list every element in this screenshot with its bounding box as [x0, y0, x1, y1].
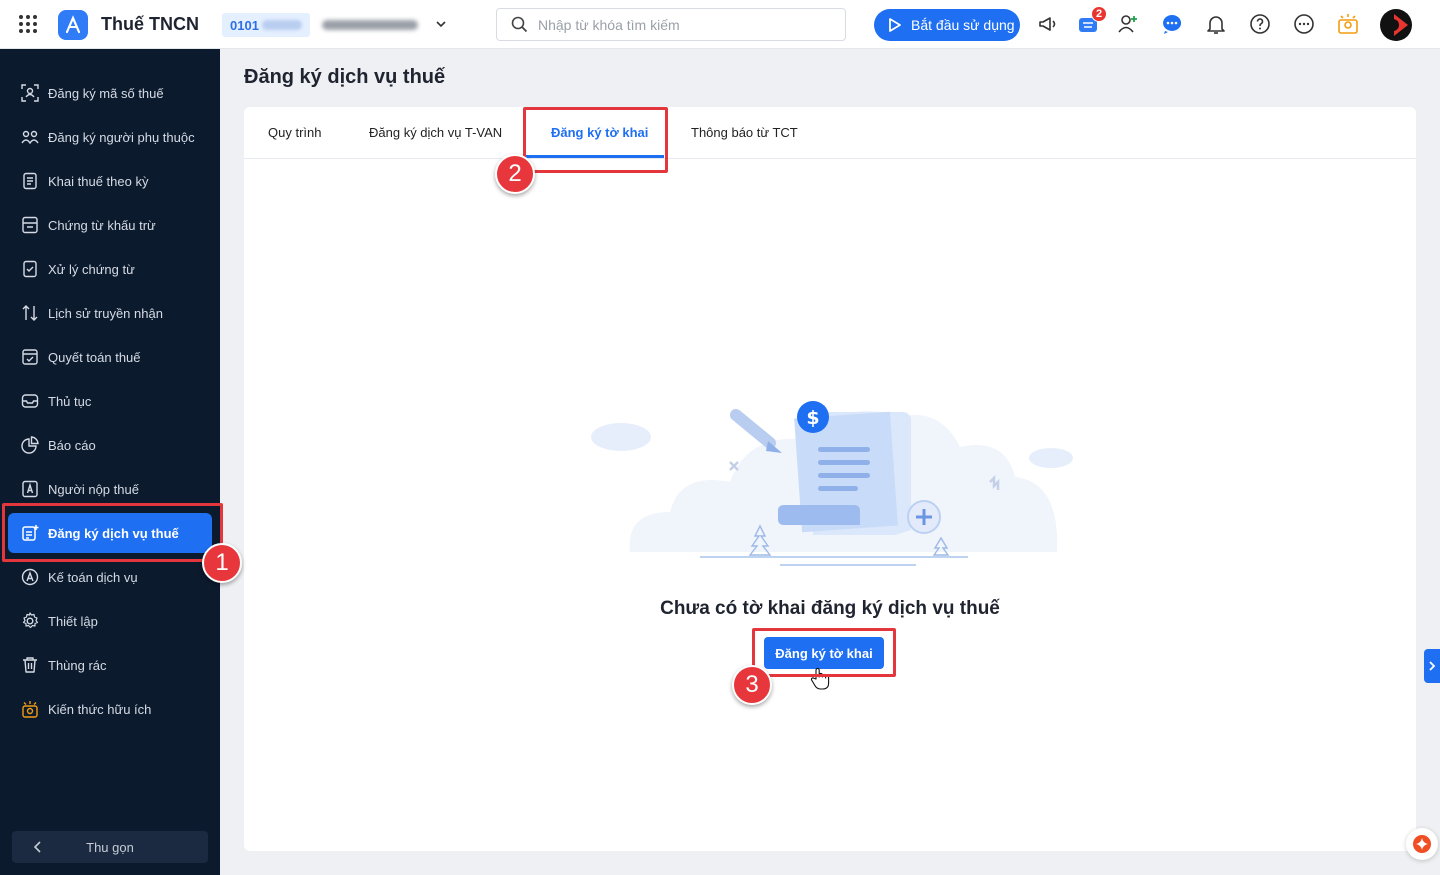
sidebar-item-label: Chứng từ khấu trừ — [48, 217, 156, 233]
add-user-icon[interactable] — [1115, 11, 1141, 37]
cart-count-badge: 2 — [1091, 6, 1107, 22]
sidebar-item-tax-settlement[interactable]: Quyết toán thuế — [8, 337, 212, 377]
step-badge-2: 2 — [495, 154, 535, 194]
tax-id-scan-icon — [21, 84, 39, 102]
sidebar-item-accounting-service[interactable]: Kế toán dịch vụ — [8, 557, 212, 597]
report-pie-icon — [21, 436, 39, 454]
user-avatar[interactable] — [1380, 9, 1412, 41]
tab-process[interactable]: Quy trình — [268, 125, 321, 140]
step-badge-3: 3 — [732, 665, 772, 705]
step-badge-1: 1 — [202, 543, 242, 583]
sidebar-item-label: Thủ tục — [48, 393, 92, 409]
sidebar: Đăng ký mã số thuế Đăng ký người phụ thu… — [0, 49, 220, 875]
sidebar-item-label: Kiến thức hữu ích — [48, 701, 152, 717]
sidebar-item-useful-knowledge[interactable]: Kiến thức hữu ích — [8, 689, 212, 729]
sidebar-item-label: Quyết toán thuế — [48, 349, 141, 365]
sidebar-item-label: Khai thuế theo kỳ — [48, 173, 149, 189]
settings-gear-icon — [22, 612, 39, 629]
sidebar-item-label: Kế toán dịch vụ — [48, 569, 138, 585]
periodic-declaration-icon — [23, 172, 37, 190]
dependents-icon — [21, 130, 39, 145]
tax-code-prefix: 0101 — [230, 17, 259, 33]
sidebar-item-label: Báo cáo — [48, 437, 96, 453]
service-register-icon — [22, 525, 39, 541]
content-panel: Quy trình Đăng ký dịch vụ T-VAN Đăng ký … — [244, 107, 1416, 851]
register-declaration-button[interactable]: Đăng ký tờ khai — [764, 637, 884, 669]
sidebar-item-label: Đăng ký dịch vụ thuế — [48, 525, 179, 541]
sidebar-item-label: Người nộp thuế — [48, 481, 139, 497]
tab-bar: Quy trình Đăng ký dịch vụ T-VAN Đăng ký … — [244, 107, 1416, 159]
organization-name-redacted — [322, 20, 418, 30]
tax-settlement-icon — [22, 349, 38, 365]
collapse-sidebar-button[interactable]: Thu gọn — [12, 831, 208, 863]
empty-state-illustration: $ — [591, 401, 1073, 566]
transfer-arrows-icon — [22, 305, 38, 321]
hand-cursor-icon — [810, 667, 830, 690]
trash-icon — [23, 657, 37, 673]
page-title: Đăng ký dịch vụ thuế — [244, 66, 446, 88]
sidebar-item-label: Xử lý chứng từ — [48, 261, 135, 277]
tax-code-redacted — [261, 20, 302, 30]
sidebar-item-reports[interactable]: Báo cáo — [8, 425, 212, 465]
collapse-label: Thu gọn — [86, 839, 134, 855]
app-grid-icon[interactable] — [19, 15, 37, 33]
search-input[interactable] — [538, 16, 828, 33]
tax-code-chip: 0101 — [222, 13, 310, 37]
sidebar-item-document-processing[interactable]: Xử lý chứng từ — [8, 249, 212, 289]
sidebar-item-label: Đăng ký người phụ thuộc — [48, 129, 195, 145]
document-check-icon — [23, 260, 37, 278]
sidebar-item-settings[interactable]: Thiết lập — [8, 601, 212, 641]
sidebar-item-procedures[interactable]: Thủ tục — [8, 381, 212, 421]
empty-state-message: Chưa có tờ khai đăng ký dịch vụ thuế — [660, 598, 1000, 619]
procedure-icon — [21, 394, 39, 408]
start-using-label: Bắt đầu sử dụng — [911, 17, 1015, 33]
active-tab-indicator — [526, 155, 664, 158]
accounting-service-icon — [21, 568, 39, 586]
chevron-right-icon — [1429, 661, 1436, 671]
sidebar-item-label: Thiết lập — [48, 613, 98, 629]
sidebar-item-label: Lịch sử truyền nhận — [48, 305, 163, 321]
svg-text:$: $ — [806, 407, 819, 429]
knowledge-bulb-icon — [22, 701, 38, 718]
sidebar-item-trash[interactable]: Thùng rác — [8, 645, 212, 685]
tab-tvan-registration[interactable]: Đăng ký dịch vụ T-VAN — [369, 125, 502, 140]
sidebar-item-dependents[interactable]: Đăng ký người phụ thuộc — [8, 117, 212, 157]
chevron-left-icon — [33, 841, 41, 853]
tab-tct-notifications[interactable]: Thông báo từ TCT — [691, 125, 798, 140]
sparkle-icon — [1413, 835, 1431, 853]
chevron-down-icon[interactable] — [434, 17, 448, 31]
megaphone-icon[interactable] — [1035, 11, 1061, 37]
sidebar-item-withholding-vouchers[interactable]: Chứng từ khấu trừ — [8, 205, 212, 245]
tab-declaration-registration[interactable]: Đăng ký tờ khai — [551, 125, 648, 140]
app-logo-icon — [58, 10, 88, 40]
app-title: Thuế TNCN — [101, 14, 199, 34]
more-options-icon[interactable] — [1291, 11, 1317, 37]
sidebar-item-transfer-history[interactable]: Lịch sử truyền nhận — [8, 293, 212, 333]
sidebar-item-periodic-declaration[interactable]: Khai thuế theo kỳ — [8, 161, 212, 201]
sidebar-item-label: Đăng ký mã số thuế — [48, 85, 164, 101]
organization-selector[interactable]: 0101 — [222, 13, 454, 37]
withholding-voucher-icon — [22, 216, 38, 234]
expand-panel-handle[interactable] — [1424, 649, 1440, 683]
search-box[interactable] — [496, 8, 846, 41]
bell-icon[interactable] — [1203, 11, 1229, 37]
start-using-button[interactable]: Bắt đầu sử dụng — [874, 9, 1020, 41]
play-icon — [889, 18, 901, 32]
top-bar: Thuế TNCN 0101 Bắt đầu sử dụng 2 — [0, 0, 1440, 49]
tips-lightbulb-icon[interactable] — [1335, 11, 1361, 37]
sidebar-item-tax-service-registration[interactable]: Đăng ký dịch vụ thuế — [8, 513, 212, 553]
taxpayer-icon — [22, 480, 38, 498]
sidebar-item-label: Thùng rác — [48, 657, 107, 673]
sidebar-item-tax-id-registration[interactable]: Đăng ký mã số thuế — [8, 73, 212, 113]
search-icon — [511, 16, 528, 33]
help-icon[interactable] — [1247, 11, 1273, 37]
assistant-fab-button[interactable] — [1406, 828, 1438, 860]
chat-icon[interactable] — [1159, 11, 1185, 37]
sidebar-item-taxpayers[interactable]: Người nộp thuế — [8, 469, 212, 509]
